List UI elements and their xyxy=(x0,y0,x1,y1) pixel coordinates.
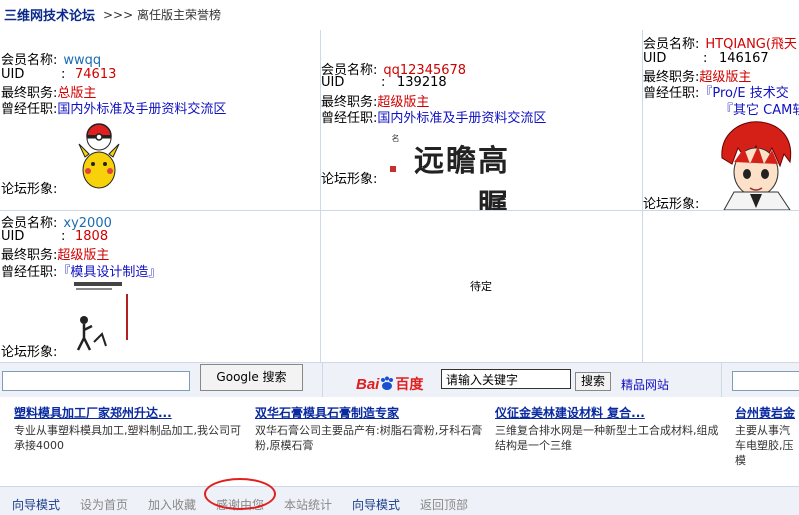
member-name[interactable]: HTQIANG(飛天 xyxy=(705,37,797,52)
member-card-empty xyxy=(642,210,799,363)
member-card: 会员名称: HTQIANG(飛天 UID:146167 最终职务:超级版主 曾经任… xyxy=(642,30,799,211)
paw-icon xyxy=(379,376,395,391)
member-card: 会员名称: qq12345678 UID:139218 最终职务:超级版主 曾经任… xyxy=(320,30,643,211)
name-label: 会员名称: xyxy=(643,37,700,52)
uid-value: 139218 xyxy=(397,75,447,90)
ad-description: 专业从事塑料模具加工,塑料制品加工,我公司可承接4000 xyxy=(14,424,241,452)
calligraphy-text: 高瞻远瞩 xyxy=(414,144,510,211)
ad-item: 双华石膏模具石膏制造专家 双华石膏公司主要品产有:树脂石膏粉,牙科石膏粉,原模石… xyxy=(255,404,485,453)
baidu-search-button[interactable]: 搜索 xyxy=(575,372,611,391)
stick-figure-icon xyxy=(72,280,142,356)
anime-character-icon xyxy=(714,118,798,210)
uid-value: 1808 xyxy=(75,229,109,244)
breadcrumb: >>> 离任版主荣誉榜 xyxy=(103,8,221,22)
uid-label: UID xyxy=(643,51,667,66)
avatar-label: 论坛形象: xyxy=(643,197,700,211)
ad-title-link[interactable]: 台州黄岩金 xyxy=(735,404,797,421)
google-search-input[interactable] xyxy=(2,371,190,391)
name-label: 会员名称: xyxy=(1,53,58,68)
footer-nav: 向导模式 设为首页 加入收藏 感谢由您 本站统计 向导模式 返回顶部 xyxy=(0,486,799,515)
ad-title-link[interactable]: 仪征金美林建设材料 复合... xyxy=(495,404,723,421)
ad-title-link[interactable]: 塑料模具加工厂家郑州升达... xyxy=(14,404,244,421)
prev-forum-link[interactable]: 『模具设计制造』 xyxy=(57,265,161,280)
prev-label: 曾经任职: xyxy=(321,111,378,126)
google-search-button[interactable]: Google 搜索 xyxy=(200,364,303,391)
uid-label: UID xyxy=(1,229,25,244)
site-name-link[interactable]: 三维网技术论坛 xyxy=(4,5,95,24)
baidu-logo-text: Bai xyxy=(356,376,380,393)
ad-description: 双华石膏公司主要品产有:树脂石膏粉,牙科石膏粉,原模石膏 xyxy=(255,424,483,452)
pending-label: 待定 xyxy=(470,280,492,293)
prev-forum-link[interactable]: 国内外标准及手册资料交流区 xyxy=(57,102,226,117)
prev-label: 曾经任职: xyxy=(1,102,58,117)
site-search-input[interactable] xyxy=(732,371,799,391)
avatar-label: 论坛形象: xyxy=(321,172,378,187)
ad-item: 仪征金美林建设材料 复合... 三维复合排水网是一种新型土工合成材料,组成结构是… xyxy=(495,404,723,453)
prev-forum-link[interactable]: 『其它 CAM软 xyxy=(720,103,799,118)
baidu-logo[interactable]: Bai 百度 xyxy=(356,374,423,394)
ad-description: 主要从事汽车电塑胶,压模 xyxy=(735,424,794,467)
ad-item: 塑料模具加工厂家郑州升达... 专业从事塑料模具加工,塑料制品加工,我公司可承接… xyxy=(14,404,244,453)
ad-item: 台州黄岩金 主要从事汽车电塑胶,压模 xyxy=(735,404,797,468)
footer-link-homepage[interactable]: 设为首页 xyxy=(80,496,128,513)
moderator-grid: 会员名称: wwqq UID:74613 最终职务:总版主 曾经任职:国内外标准及… xyxy=(0,30,799,363)
prev-label: 曾经任职: xyxy=(1,265,58,280)
member-card: 会员名称: xy2000 UID:1808 最终职务:超级版主 曾经任职:『模具设… xyxy=(0,210,321,363)
uid-value: 74613 xyxy=(75,67,117,82)
prev-label: 曾经任职: xyxy=(643,86,700,101)
ad-strip: 塑料模具加工厂家郑州升达... 专业从事塑料模具加工,塑料制品加工,我公司可承接… xyxy=(0,396,799,468)
uid-value: 146167 xyxy=(719,51,769,66)
footer-link-guide[interactable]: 向导模式 xyxy=(12,496,60,513)
uid-label: UID xyxy=(321,75,345,90)
top-bar: 三维网技术论坛 >>> 离任版主荣誉榜 xyxy=(0,0,799,30)
footer-link-bookmark[interactable]: 加入收藏 xyxy=(148,496,196,513)
avatar-label: 论坛形象: xyxy=(1,345,58,360)
uid-label: UID xyxy=(1,67,25,82)
footer-link-back-to-top[interactable]: 返回顶部 xyxy=(420,496,468,513)
member-name[interactable]: wwqq xyxy=(63,53,101,68)
member-card: 会员名称: wwqq UID:74613 最终职务:总版主 曾经任职:国内外标准及… xyxy=(0,30,321,211)
ad-description: 三维复合排水网是一种新型土工合成材料,组成结构是一个三维 xyxy=(495,424,719,452)
pikachu-pokeball-icon xyxy=(73,122,125,192)
footer-link-guide-2[interactable]: 向导模式 xyxy=(352,496,400,513)
baidu-logo-cn: 百度 xyxy=(395,377,424,393)
footer-link-stats[interactable]: 本站统计 xyxy=(284,496,332,513)
prev-forum-link[interactable]: 国内外标准及手册资料交流区 xyxy=(377,111,546,126)
ad-title-link[interactable]: 双华石膏模具石膏制造专家 xyxy=(255,404,485,421)
calligraphy-image: 名 高瞻远瞩 xyxy=(390,128,510,210)
baidu-search-input[interactable] xyxy=(441,369,571,389)
search-bar: Google 搜索 Bai 百度 搜索 精品网站 xyxy=(0,362,799,397)
featured-sites-link[interactable]: 精品网站 xyxy=(621,376,669,393)
highlight-circle xyxy=(204,478,276,510)
avatar-label: 论坛形象: xyxy=(1,182,58,197)
member-card-empty: 待定 xyxy=(320,210,643,363)
